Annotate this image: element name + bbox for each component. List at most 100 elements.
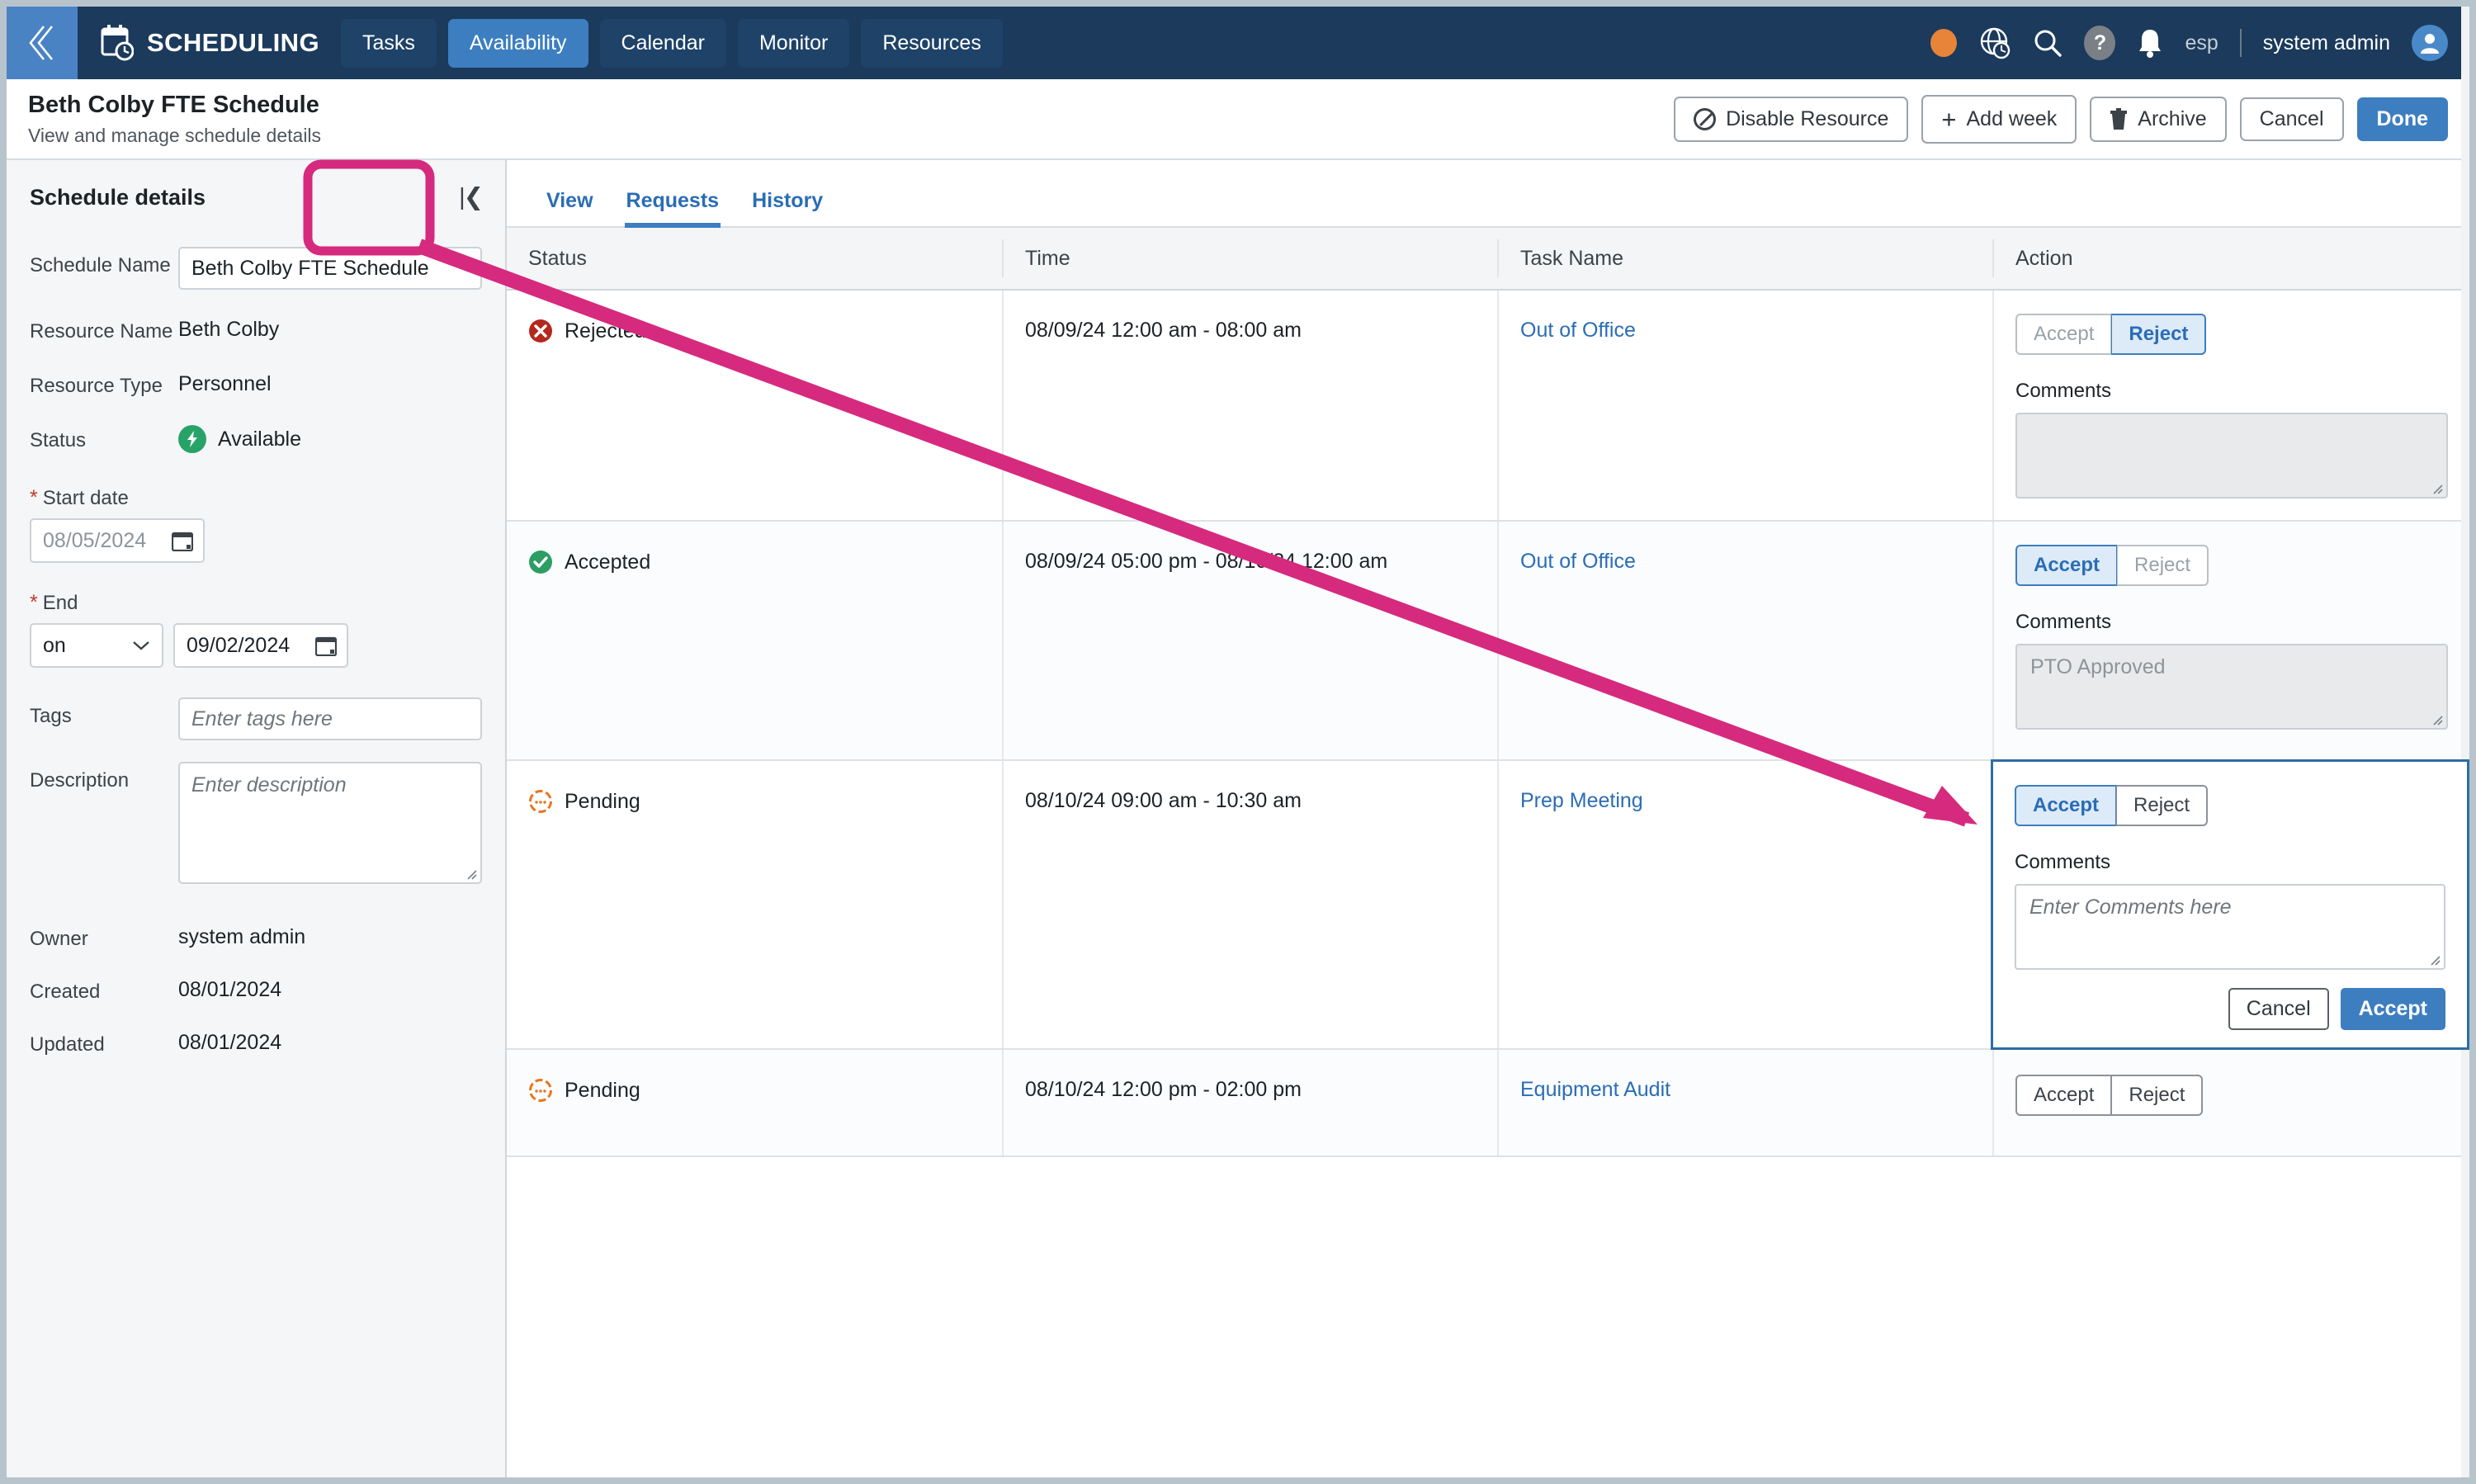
accept-button[interactable]: Accept xyxy=(2015,785,2117,826)
end-mode-select[interactable]: on xyxy=(30,623,163,668)
table-row[interactable]: Rejected 08/09/24 12:00 am - 08:00 am Ou… xyxy=(507,291,2469,522)
user-avatar-icon[interactable] xyxy=(2412,25,2448,61)
nav-item-calendar[interactable]: Calendar xyxy=(599,18,726,68)
cell-status: Pending xyxy=(507,1050,1002,1156)
description-label: Description xyxy=(30,769,130,792)
search-icon[interactable] xyxy=(2033,28,2063,58)
status-label: Status xyxy=(30,429,87,451)
sidebar-title: Schedule details xyxy=(30,185,206,210)
table-header-row: Status Time Task Name Action xyxy=(507,228,2469,291)
cell-status: Accepted xyxy=(507,522,1002,759)
schedule-name-input[interactable]: Beth Colby FTE Schedule xyxy=(178,247,482,290)
field-end-date: * End on 09/02/2024 xyxy=(30,591,482,668)
nav-item-monitor[interactable]: Monitor xyxy=(737,18,850,68)
description-textarea[interactable]: Enter description xyxy=(178,762,482,884)
task-link[interactable]: Prep Meeting xyxy=(1520,789,1643,812)
reject-button[interactable]: Reject xyxy=(2111,314,2207,355)
reject-button[interactable]: Reject xyxy=(2117,545,2209,586)
nav-item-resources[interactable]: Resources xyxy=(861,18,1003,68)
nav-right-cluster: ? esp system admin xyxy=(1930,25,2469,61)
end-label-text: End xyxy=(42,592,78,614)
created-value: 08/01/2024 xyxy=(178,978,282,1001)
resize-grip-icon[interactable] xyxy=(2430,712,2443,725)
accept-button[interactable]: Accept xyxy=(2015,314,2112,355)
cell-task-name: Out of Office xyxy=(1497,522,1992,759)
calendar-icon[interactable] xyxy=(315,635,337,656)
help-question-icon[interactable]: ? xyxy=(2084,26,2116,60)
comments-value: PTO Approved xyxy=(2030,655,2166,678)
resize-grip-icon[interactable] xyxy=(2427,952,2441,966)
status-text: Rejected xyxy=(565,319,646,343)
chevron-double-left-icon xyxy=(29,26,54,60)
cancel-button[interactable]: Cancel xyxy=(2239,97,2344,141)
task-link[interactable]: Equipment Audit xyxy=(1520,1078,1670,1101)
comment-accept-button[interactable]: Accept xyxy=(2340,988,2445,1030)
comments-label: Comments xyxy=(2015,611,2112,633)
back-button[interactable] xyxy=(7,7,78,79)
user-name-label[interactable]: system admin xyxy=(2263,31,2390,55)
start-date-input[interactable]: 08/05/2024 xyxy=(30,518,205,563)
language-selector[interactable]: esp xyxy=(2185,31,2218,55)
end-date-input[interactable]: 09/02/2024 xyxy=(173,623,348,668)
orange-status-dot-icon[interactable] xyxy=(1930,29,1958,57)
nav-item-availability[interactable]: Availability xyxy=(447,18,588,68)
resource-name-label: Resource Name xyxy=(30,320,173,343)
field-start-date: * Start date 08/05/2024 xyxy=(30,486,482,563)
description-placeholder: Enter description xyxy=(191,773,347,796)
cell-time: 08/10/24 12:00 pm - 02:00 pm xyxy=(1002,1050,1497,1156)
reject-button[interactable]: Reject xyxy=(2111,1075,2204,1116)
schedule-details-sidebar: Schedule details |❮ Schedule Name Beth C… xyxy=(7,160,507,1477)
rejected-x-icon xyxy=(529,319,552,343)
calendar-icon[interactable] xyxy=(172,530,193,551)
comments-placeholder: Enter Comments here xyxy=(2029,896,2232,919)
comments-label: Comments xyxy=(2015,851,2111,873)
disable-resource-label: Disable Resource xyxy=(1726,106,1889,130)
resource-name-value: Beth Colby xyxy=(178,318,280,341)
disable-resource-button[interactable]: Disable Resource xyxy=(1674,96,1909,142)
end-required-marker: * xyxy=(30,591,38,614)
accept-reject-toggle: Accept Reject xyxy=(2015,785,2445,826)
chevron-down-icon xyxy=(133,641,149,650)
notification-bell-icon[interactable] xyxy=(2137,27,2163,59)
resize-grip-icon[interactable] xyxy=(2430,481,2443,494)
done-button[interactable]: Done xyxy=(2356,97,2448,141)
vertical-scrollbar[interactable] xyxy=(2461,7,2469,1477)
resize-grip-icon[interactable] xyxy=(464,867,477,880)
end-label: * End xyxy=(30,591,482,615)
plus-icon: + xyxy=(1941,104,1957,134)
accept-reject-toggle: Accept Reject xyxy=(2015,314,2448,355)
cell-status: Pending xyxy=(507,761,1002,1048)
add-week-label: Add week xyxy=(1966,106,2058,130)
collapse-panel-icon[interactable]: |❮ xyxy=(459,186,484,210)
sidebar-fields: Schedule Name Beth Colby FTE Schedule Re… xyxy=(7,210,505,1057)
table-row[interactable]: Pending 08/10/24 12:00 pm - 02:00 pm Equ… xyxy=(507,1050,2469,1157)
task-link[interactable]: Out of Office xyxy=(1520,319,1636,342)
tab-view[interactable]: View xyxy=(530,189,610,226)
main-panel: View Requests History Status Time Task N… xyxy=(507,160,2469,1477)
tags-input[interactable]: Enter tags here xyxy=(178,697,482,740)
field-updated: Updated 08/01/2024 xyxy=(30,1026,482,1057)
updated-label: Updated xyxy=(30,1033,105,1056)
nav-item-tasks[interactable]: Tasks xyxy=(340,18,437,68)
add-week-button[interactable]: + Add week xyxy=(1921,94,2077,144)
start-date-value: 08/05/2024 xyxy=(43,528,147,552)
tab-requests[interactable]: Requests xyxy=(610,189,736,228)
trash-icon xyxy=(2110,107,2128,130)
globe-clock-icon[interactable] xyxy=(1978,26,2011,59)
status-text: Accepted xyxy=(565,550,651,574)
owner-value: system admin xyxy=(178,925,306,948)
reject-button[interactable]: Reject xyxy=(2116,785,2209,826)
table-row[interactable]: Accepted 08/09/24 05:00 pm - 08/10/24 12… xyxy=(507,522,2469,761)
comment-cancel-button[interactable]: Cancel xyxy=(2228,988,2329,1030)
accept-button[interactable]: Accept xyxy=(2015,1075,2112,1116)
accept-button[interactable]: Accept xyxy=(2015,545,2118,586)
page-header-text: Beth Colby FTE Schedule View and manage … xyxy=(28,92,321,147)
page-body: Schedule details |❮ Schedule Name Beth C… xyxy=(7,7,2469,1477)
comments-input[interactable]: Enter Comments here xyxy=(2015,884,2445,970)
task-link[interactable]: Out of Office xyxy=(1520,550,1636,573)
cell-task-name: Prep Meeting xyxy=(1497,761,1992,1048)
cell-action-active[interactable]: Accept Reject Comments Enter Comments he… xyxy=(1991,759,2469,1050)
archive-button[interactable]: Archive xyxy=(2090,96,2227,142)
table-row[interactable]: Pending 08/10/24 09:00 am - 10:30 am Pre… xyxy=(507,759,2469,1050)
tab-history[interactable]: History xyxy=(735,189,839,226)
